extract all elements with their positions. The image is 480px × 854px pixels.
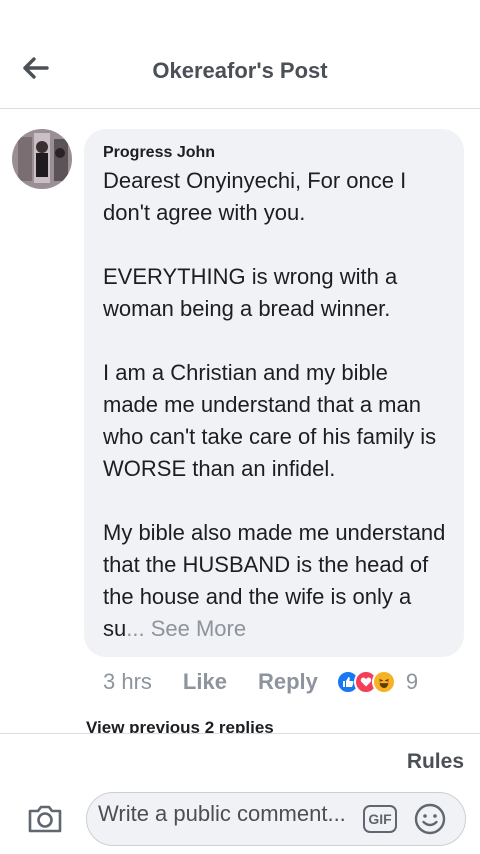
comment-bubble: Progress John Dearest Onyinyechi, For on… xyxy=(84,129,464,657)
gif-button[interactable]: GIF xyxy=(363,805,397,833)
comment-text: Dearest Onyinyechi, For once I don't agr… xyxy=(103,165,446,645)
camera-button[interactable] xyxy=(24,797,66,839)
reactions-summary[interactable] xyxy=(335,670,396,694)
rules-link[interactable]: Rules xyxy=(407,750,464,774)
profile-photo xyxy=(12,129,72,189)
comment-composer[interactable]: Write a public comment... GIF xyxy=(86,792,466,846)
comment-actions: 3 hrs Like Reply 9 xyxy=(103,666,440,698)
comment-author[interactable]: Progress John xyxy=(103,143,446,163)
camera-icon xyxy=(28,805,62,833)
comment-input[interactable]: Write a public comment... xyxy=(98,801,348,845)
top-bar: Okereafor's Post xyxy=(0,0,480,109)
comment-body: Dearest Onyinyechi, For once I don't agr… xyxy=(103,168,446,641)
comment-timestamp[interactable]: 3 hrs xyxy=(103,669,152,695)
page-title: Okereafor's Post xyxy=(152,58,328,83)
smiley-icon xyxy=(414,803,446,835)
emoji-button[interactable] xyxy=(413,802,447,836)
haha-icon xyxy=(371,670,396,694)
divider xyxy=(0,733,480,734)
reaction-count[interactable]: 9 xyxy=(406,669,418,695)
reply-button[interactable]: Reply xyxy=(258,669,318,695)
view-previous-replies-link[interactable]: View previous 2 replies xyxy=(86,717,274,734)
see-more-link[interactable]: ... See More xyxy=(126,616,246,641)
avatar[interactable] xyxy=(12,129,72,189)
like-button[interactable]: Like xyxy=(183,669,227,695)
